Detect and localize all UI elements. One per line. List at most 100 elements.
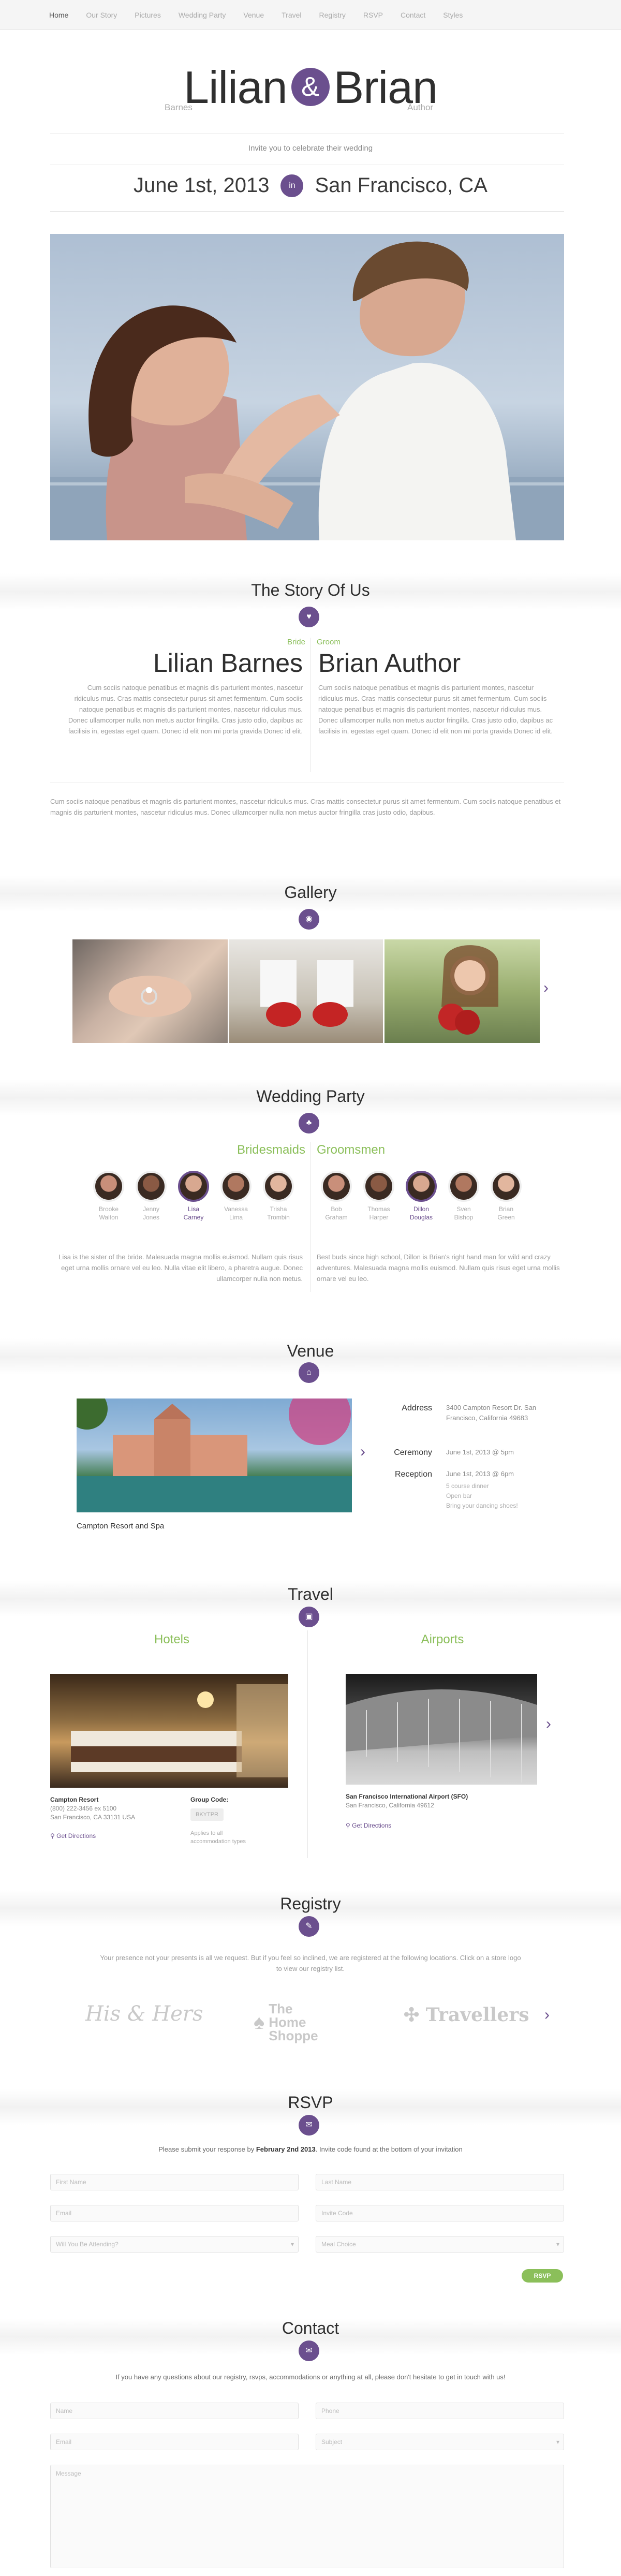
ceremony-time: June 1st, 2013 @ 5pm	[446, 1448, 514, 1456]
divider	[50, 211, 564, 212]
email-input[interactable]: Email	[50, 2205, 299, 2221]
nav-home[interactable]: Home	[49, 11, 68, 19]
avatar	[136, 1171, 167, 1202]
party-member[interactable]: Vanessa Lima	[220, 1171, 252, 1221]
store-travellers[interactable]: ✣ Travellers	[404, 2004, 529, 2026]
reception-note: Bring your dancing shoes!	[446, 1502, 518, 1509]
store-home-shoppe[interactable]: ♠ The Home Shoppe	[254, 2002, 326, 2042]
travel-title: Travel	[288, 1585, 333, 1603]
nav-contact[interactable]: Contact	[401, 11, 425, 19]
airport-directions-link[interactable]: ⚲ Get Directions	[346, 1822, 391, 1829]
rsvp-title: RSVP	[288, 2093, 333, 2112]
groom-story: Cum sociis natoque penatibus et magnis d…	[318, 684, 553, 735]
registry-title: Registry	[280, 1894, 341, 1913]
suitcase-icon: ▣	[299, 1607, 319, 1627]
nav-our-story[interactable]: Our Story	[86, 11, 117, 19]
story-title: The Story Of Us	[251, 581, 370, 599]
top-nav: Home Our Story Pictures Wedding Party Ve…	[0, 0, 621, 30]
party-member[interactable]: Trisha Trombin	[263, 1171, 294, 1221]
avatar	[448, 1171, 479, 1202]
in-badge: in	[280, 174, 304, 197]
couple-names: Lilian & Brian	[0, 61, 621, 113]
attending-select[interactable]: Will You Be Attending? ▾	[50, 2236, 299, 2253]
travel-divider	[307, 1630, 308, 1858]
member-name: Trisha Trombin	[267, 1205, 290, 1221]
airport-name: San Francisco International Airport (SFO…	[346, 1793, 468, 1800]
nav-rsvp[interactable]: RSVP	[363, 11, 383, 19]
gallery-photo-ring[interactable]	[72, 939, 228, 1043]
nav-travel[interactable]: Travel	[282, 11, 301, 19]
party-member[interactable]: Thomas Harper	[363, 1171, 394, 1221]
chevron-down-icon: ▾	[556, 2241, 559, 2248]
hotels-label: Hotels	[154, 1632, 190, 1646]
chevron-right-icon[interactable]: ›	[360, 1443, 365, 1461]
member-name: Lisa Carney	[183, 1205, 204, 1221]
bridesmaids-label: Bridesmaids	[236, 1143, 305, 1157]
meal-select[interactable]: Meal Choice ▾	[316, 2236, 564, 2253]
story-divider	[310, 638, 311, 772]
groom-label: Groom	[317, 638, 341, 646]
registry-text: Your presence not your presents is all w…	[100, 1954, 521, 1973]
map-pin-icon: ⚲	[50, 1832, 57, 1839]
member-name: Sven Bishop	[454, 1205, 474, 1221]
wedding-location: San Francisco, CA	[315, 174, 487, 197]
nav-pictures[interactable]: Pictures	[135, 11, 161, 19]
name-input[interactable]: Name	[50, 2403, 299, 2419]
member-name: Bob Graham	[325, 1205, 348, 1221]
hotel-phone: (800) 222-3456 ex 5100	[50, 1805, 117, 1812]
map-pin-icon: ⚲	[346, 1822, 352, 1829]
bride-last-name: Barnes	[165, 102, 193, 112]
contact-text: If you have any questions about our regi…	[115, 2373, 506, 2381]
airport-photo	[346, 1674, 537, 1785]
party-member[interactable]: Sven Bishop	[448, 1171, 479, 1221]
ampersand-badge: &	[291, 68, 330, 106]
gallery-photo-shoes[interactable]	[229, 939, 383, 1043]
reception-time: June 1st, 2013 @ 6pm	[446, 1470, 514, 1478]
party-member[interactable]: Bob Graham	[321, 1171, 352, 1221]
nav-registry[interactable]: Registry	[319, 11, 346, 19]
store-his-hers[interactable]: His & Hers	[85, 2002, 203, 2026]
subject-select[interactable]: Subject ▾	[316, 2434, 564, 2450]
reception-note: 5 course dinner	[446, 1482, 489, 1490]
nav-wedding-party[interactable]: Wedding Party	[179, 11, 226, 19]
avatar	[220, 1171, 252, 1202]
envelope-icon: ✉	[299, 2341, 319, 2361]
phone-input[interactable]: Phone	[316, 2403, 564, 2419]
hotel-directions-link[interactable]: ⚲ Get Directions	[50, 1832, 96, 1839]
party-member[interactable]: Dillon Douglas	[406, 1171, 437, 1221]
nav-styles[interactable]: Styles	[443, 11, 463, 19]
party-member[interactable]: Jenny Jones	[136, 1171, 167, 1221]
party-member[interactable]: Lisa Carney	[178, 1171, 209, 1221]
invite-code-input[interactable]: Invite Code	[316, 2205, 564, 2221]
bride-name: Lilian Barnes	[153, 649, 303, 678]
contact-email-input[interactable]: Email	[50, 2434, 299, 2450]
party-member[interactable]: Brooke Walton	[93, 1171, 124, 1221]
last-name-input[interactable]: Last Name	[316, 2174, 564, 2190]
date-location: June 1st, 2013 in San Francisco, CA	[0, 174, 621, 197]
reception-label: Reception	[394, 1470, 432, 1479]
member-name: Thomas Harper	[367, 1205, 390, 1221]
hotel-photo	[50, 1674, 288, 1788]
bridesmaids-text: Lisa is the sister of the bride. Malesua…	[58, 1253, 303, 1283]
heart-icon: ♥	[299, 607, 319, 627]
bride-first-name: Lilian	[184, 62, 287, 113]
message-textarea[interactable]: Message	[50, 2465, 564, 2568]
ceremony-label: Ceremony	[394, 1448, 432, 1457]
hotel-address: San Francisco, CA 33131 USA	[50, 1814, 136, 1821]
airport-address: San Francisco, California 49612	[346, 1802, 434, 1809]
shared-story: Cum sociis natoque penatibus et magnis d…	[50, 798, 561, 816]
rsvp-button[interactable]: RSVP	[522, 2269, 563, 2283]
book-icon: ✉	[299, 2115, 319, 2136]
chevron-right-icon[interactable]: ›	[543, 979, 549, 997]
groomsmen-text: Best buds since high school, Dillon is B…	[317, 1253, 560, 1283]
rsvp-text: Please submit your response by February …	[158, 2145, 463, 2153]
party-member[interactable]: Brian Green	[491, 1171, 522, 1221]
first-name-input[interactable]: First Name	[50, 2174, 299, 2190]
gallery-photo-bouquet[interactable]	[385, 939, 540, 1043]
nav-venue[interactable]: Venue	[243, 11, 264, 19]
reception-note: Open bar	[446, 1492, 472, 1499]
chevron-right-icon[interactable]: ›	[544, 2006, 550, 2024]
party-title: Wedding Party	[256, 1087, 365, 1106]
group-code: BKYTPR	[190, 1808, 224, 1821]
chevron-right-icon[interactable]: ›	[546, 1715, 551, 1733]
